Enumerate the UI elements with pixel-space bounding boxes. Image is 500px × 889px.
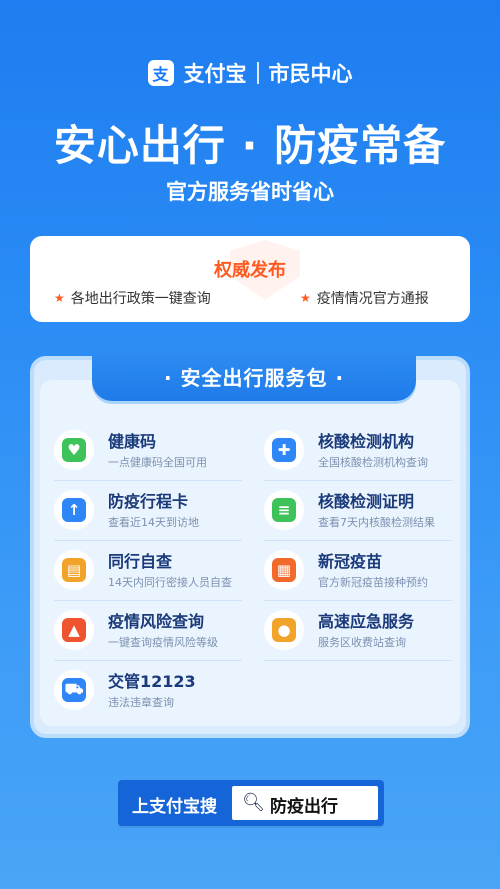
car-search-icon: ⛟	[54, 670, 94, 710]
service-title: 新冠疫苗	[318, 552, 383, 571]
brand-section: 市民中心	[268, 62, 353, 86]
search-banner[interactable]: 上支付宝搜 🔍︎ 防疫出行	[118, 780, 384, 826]
service-desc: 服务区收费站查询	[318, 636, 406, 649]
alipay-logo-icon: 支	[147, 60, 174, 86]
service-desc: 一点健康码全国可用	[108, 456, 207, 469]
service-desc: 一键查询疫情风险等级	[108, 636, 218, 649]
row-divider	[54, 600, 242, 601]
authority-item-policy[interactable]: ★ 各地出行政策一键查询	[54, 288, 211, 308]
service-title: 健康码	[108, 432, 157, 451]
service-title: 核酸检测机构	[318, 432, 415, 451]
search-query: 防疫出行	[270, 797, 338, 817]
service-item[interactable]: ▤ 同行自查 14天内同行密接人员自查	[54, 546, 259, 596]
authority-title: 权威发布	[214, 260, 286, 281]
headline: 安心出行 · 防疫常备	[53, 121, 447, 170]
brand-separator	[256, 62, 259, 84]
subheadline: 官方服务省时省心	[166, 180, 334, 204]
service-desc: 查看7天内核酸检测结果	[318, 516, 435, 529]
row-divider	[54, 660, 242, 661]
authority-item-label: 各地出行政策一键查询	[70, 291, 211, 307]
brand-header: 支 支付宝 市民中心	[0, 58, 500, 88]
service-title: 同行自查	[108, 552, 173, 571]
service-title: 核酸检测证明	[318, 492, 415, 511]
service-item[interactable]: ♥ 健康码一点健康码全国可用	[54, 426, 259, 476]
service-package-title: · 安全出行服务包 ·	[92, 351, 416, 401]
service-item[interactable]: ▲ 疫情风险查询一键查询疫情风险等级	[54, 606, 259, 656]
itinerary-card-icon: ↑	[54, 490, 94, 530]
calendar-icon: ▦	[264, 550, 304, 590]
service-desc: 违法违章查询	[108, 696, 174, 709]
service-desc: 查看近14天到访地	[108, 516, 199, 529]
service-item[interactable]: ≡ 核酸检测证明查看7天内核酸检测结果	[264, 486, 469, 536]
row-divider	[264, 540, 452, 541]
authority-item-label: 疫情情况官方通报	[316, 291, 429, 307]
service-title: 疫情风险查询	[108, 612, 205, 631]
row-divider	[54, 480, 242, 481]
authority-card[interactable]: 权威发布 ★ 各地出行政策一键查询 ★ 疫情情况官方通报	[30, 236, 470, 322]
service-title: 交管12123	[108, 672, 196, 691]
alarm-light-icon: ▲	[54, 610, 94, 650]
location-pin-icon: ●	[264, 610, 304, 650]
authority-item-bulletin[interactable]: ★ 疫情情况官方通报	[300, 288, 429, 308]
search-box[interactable]: 🔍︎ 防疫出行	[232, 786, 378, 820]
search-icon: 🔍︎	[242, 792, 265, 813]
service-item[interactable]: ↑ 防疫行程卡查看近14天到访地	[54, 486, 259, 536]
service-title: 防疫行程卡	[108, 492, 189, 511]
row-divider	[264, 480, 452, 481]
service-title: 高速应急服务	[318, 612, 415, 631]
search-banner-label: 上支付宝搜	[132, 797, 217, 817]
row-divider	[264, 600, 452, 601]
service-item[interactable]: ⛟ 交管12123 违法违章查询	[54, 666, 259, 716]
row-divider	[264, 660, 452, 661]
service-item[interactable]: ● 高速应急服务服务区收费站查询	[264, 606, 469, 656]
service-item[interactable]: ✚ 核酸检测机构全国核酸检测机构查询	[264, 426, 469, 476]
health-code-icon: ♥	[54, 430, 94, 470]
service-desc: 官方新冠疫苗接种预约	[318, 576, 428, 589]
service-list: ♥ 健康码一点健康码全国可用 ✚ 核酸检测机构全国核酸检测机构查询 ↑ 防疫行程卡查看近1…	[40, 380, 460, 726]
hospital-icon: ✚	[264, 430, 304, 470]
star-icon: ★	[300, 291, 311, 305]
service-desc: 全国核酸检测机构查询	[318, 456, 428, 469]
service-item[interactable]: ▦ 新冠疫苗官方新冠疫苗接种预约	[264, 546, 469, 596]
test-certificate-icon: ≡	[264, 490, 304, 530]
row-divider	[54, 540, 242, 541]
train-icon: ▤	[54, 550, 94, 590]
service-desc: 14天内同行密接人员自查	[108, 576, 232, 589]
star-icon: ★	[54, 291, 65, 305]
brand-name: 支付宝	[183, 62, 247, 86]
service-package-panel: ♥ 健康码一点健康码全国可用 ✚ 核酸检测机构全国核酸检测机构查询 ↑ 防疫行程卡查看近1…	[30, 351, 470, 738]
